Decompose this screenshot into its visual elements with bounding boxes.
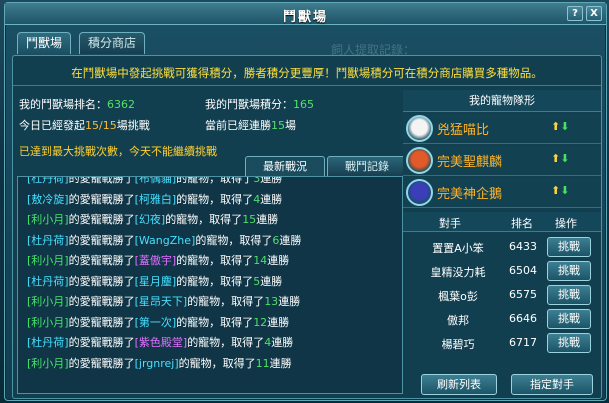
pet-slot[interactable]: 完美聖麒麟 ⬆⬇	[403, 145, 601, 176]
battle-log[interactable]: [杜丹荷]的愛寵戰勝了[布偶貓]的寵物，取得了3連勝 [敖冷旋]的愛寵戰勝了[柯…	[17, 176, 403, 394]
challenge-button[interactable]: 挑戰	[547, 285, 591, 305]
max-challenge-warning: 已達到最大挑戰次數，今天不能繼續挑戰	[19, 145, 217, 158]
tab-arena[interactable]: 鬥獸場	[17, 32, 72, 54]
win-streak: 當前已經連勝15場	[205, 119, 296, 132]
tab-latest-battles[interactable]: 最新戰況	[245, 156, 325, 176]
opponent-name: 皇精没力耗	[430, 266, 486, 279]
opponent-row: 皇精没力耗 6504 挑戰	[403, 259, 601, 283]
pet-slot[interactable]: 完美神企鵝 ⬆⬇	[403, 177, 601, 208]
pet-name: 兇猛喵比	[437, 123, 490, 138]
opponent-row: 置置A小笨 6433 挑戰	[403, 235, 601, 259]
opponent-row: 楓葉o彭 6575 挑戰	[403, 283, 601, 307]
challenge-button[interactable]: 挑戰	[547, 309, 591, 329]
opponent-rank: 6504	[509, 264, 537, 277]
tab-battle-records[interactable]: 戰鬥記錄	[327, 156, 407, 176]
move-up-icon[interactable]: ⬆	[551, 152, 560, 165]
log-line: [利小月]的愛寵戰勝了[jrgnrej]的寵物，取得了11連勝	[27, 356, 292, 370]
log-line: [利小月]的愛寵戰勝了[幻夜]的寵物，取得了15連勝	[27, 213, 279, 226]
log-line: [利小月]的愛寵戰勝了[第一次]的寵物，取得了12連勝	[27, 315, 290, 329]
tab-score-shop[interactable]: 積分商店	[79, 32, 146, 54]
arena-window: 鬥獸場 ? X 鬥獸場 積分商店 飼人提取記錄： 在鬥獸場中發起挑戰可獲得積分，…	[4, 2, 607, 401]
opponent-rank: 6575	[509, 288, 537, 301]
today-value: 15/15	[85, 119, 117, 132]
pet-avatar-icon	[406, 115, 433, 142]
pet-order-arrows: ⬆⬇	[551, 120, 569, 133]
today-challenges: 今日已經發起15/15場挑戰	[19, 119, 150, 132]
pet-order-arrows: ⬆⬇	[551, 184, 569, 197]
help-button[interactable]: ?	[567, 6, 583, 21]
pet-name: 完美聖麒麟	[437, 155, 503, 170]
move-down-icon[interactable]: ⬇	[560, 152, 569, 165]
right-panel: 我的寵物隊形 兇猛喵比 ⬆⬇ 完美聖麒麟 ⬆⬇ 完美神企鵝 ⬆⬇ 對手 排名 操作 置置A…	[403, 90, 601, 396]
notice-text: 在鬥獸場中發起挑戰可獲得積分，勝者積分更豐厚！鬥獸場積分可在積分商店購買多種物品…	[13, 60, 601, 86]
log-line: [利小月]的愛寵戰勝了[星昂天下]的寵物，取得了13連勝	[27, 295, 301, 308]
move-up-icon[interactable]: ⬆	[551, 120, 560, 133]
log-line: [杜丹荷]的愛寵戰勝了[星月塵]的寵物，取得了5連勝	[27, 274, 283, 288]
challenge-button[interactable]: 挑戰	[547, 237, 591, 257]
assign-opponent-button[interactable]: 指定對手	[511, 374, 593, 395]
pet-order-arrows: ⬆⬇	[551, 152, 569, 165]
opponent-rank: 6717	[509, 336, 537, 349]
opponent-row: 傲邦 6646 挑戰	[403, 307, 601, 331]
rank-value: 6362	[107, 98, 135, 111]
pet-avatar-icon	[406, 147, 433, 174]
log-line: [杜丹荷]的愛寵戰勝了[WangZhe]的寵物，取得了6連勝	[27, 233, 302, 247]
log-line: [杜丹荷]的愛寵戰勝了[紫色殿堂]的寵物，取得了4連勝	[27, 336, 294, 349]
challenge-button[interactable]: 挑戰	[547, 333, 591, 353]
pet-slot[interactable]: 兇猛喵比 ⬆⬇	[403, 113, 601, 144]
left-panel: 我的鬥獸場排名：6362 我的鬥獸場積分：165 今日已經發起15/15場挑戰 …	[17, 90, 407, 396]
opponent-name: 置置A小笨	[432, 242, 484, 255]
log-line: [敖冷旋]的愛寵戰勝了[柯雅白]的寵物，取得了4連勝	[27, 192, 283, 206]
move-down-icon[interactable]: ⬇	[560, 120, 569, 133]
challenge-button[interactable]: 挑戰	[547, 261, 591, 281]
window-title: 鬥獸場	[282, 10, 328, 25]
score-value: 165	[293, 98, 314, 111]
close-button[interactable]: X	[586, 6, 602, 21]
opponent-row: 楊碧巧 6717 挑戰	[403, 331, 601, 355]
col-rank: 排名	[511, 217, 533, 230]
move-up-icon[interactable]: ⬆	[551, 184, 560, 197]
pet-name: 完美神企鵝	[437, 187, 503, 202]
rank-stat: 我的鬥獸場排名：6362	[19, 98, 135, 111]
opponent-table-header: 對手 排名 操作	[403, 212, 601, 232]
log-line-partial: [杜丹荷]的愛寵戰勝了[布偶貓]的寵物，取得了3連勝	[27, 176, 283, 185]
refresh-list-button[interactable]: 刷新列表	[421, 374, 497, 395]
opponent-name: 楓葉o彭	[438, 290, 478, 303]
opponent-rank: 6646	[509, 312, 537, 325]
main-panel: 在鬥獸場中發起挑戰可獲得積分，勝者積分更豐厚！鬥獸場積分可在積分商店購買多種物品…	[12, 55, 602, 399]
opponent-name: 楊碧巧	[441, 338, 475, 351]
col-opponent: 對手	[439, 217, 461, 230]
title-bar[interactable]: 鬥獸場 ? X	[5, 3, 606, 25]
log-line: [利小月]的愛寵戰勝了[蓋傲宇]的寵物，取得了14連勝	[27, 254, 290, 267]
streak-value: 15	[271, 119, 285, 132]
pet-avatar-icon	[406, 179, 433, 206]
pet-formation-header: 我的寵物隊形	[403, 90, 601, 112]
move-down-icon[interactable]: ⬇	[560, 184, 569, 197]
col-action: 操作	[555, 217, 577, 230]
opponent-name: 傲邦	[447, 314, 469, 327]
opponent-rank: 6433	[509, 240, 537, 253]
score-stat: 我的鬥獸場積分：165	[205, 98, 314, 111]
